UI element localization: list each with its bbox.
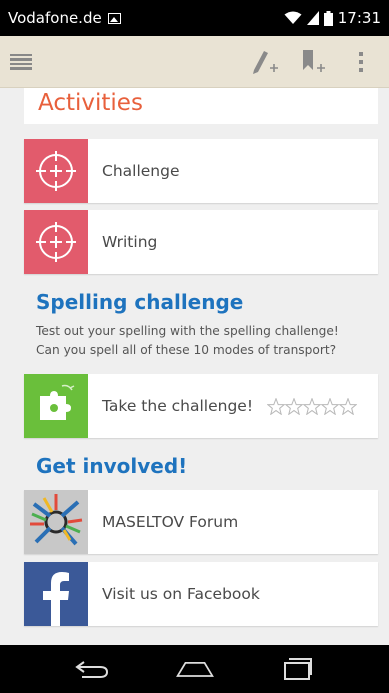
puzzle-icon: [24, 374, 88, 438]
maseltov-forum-card[interactable]: MASELTOV Forum: [24, 490, 378, 554]
activity-label: Challenge: [102, 162, 180, 180]
add-bookmark-icon[interactable]: [295, 44, 331, 80]
maseltov-logo-icon: [24, 490, 88, 554]
star-icon: [267, 397, 286, 415]
star-icon: [303, 397, 322, 415]
rating-stars: [267, 397, 358, 415]
signal-icon: [306, 11, 319, 25]
spelling-description: Test out your spelling with the spelling…: [36, 322, 381, 360]
spelling-challenge-card[interactable]: Take the challenge!: [24, 374, 378, 438]
star-icon: [321, 397, 340, 415]
status-bar: Vodafone.de 17:31: [0, 0, 389, 36]
add-note-icon[interactable]: [247, 44, 283, 80]
get-involved-title: Get involved!: [36, 454, 188, 478]
navigation-bar: [0, 645, 389, 693]
home-icon[interactable]: [175, 653, 215, 685]
spelling-section-title: Spelling challenge: [36, 290, 244, 314]
overflow-menu-icon[interactable]: [343, 44, 379, 80]
spelling-card-label: Take the challenge!: [102, 397, 254, 415]
content-scroll-area[interactable]: Activities Challenge Writing Spelling ch…: [0, 88, 389, 645]
facebook-label: Visit us on Facebook: [102, 585, 260, 603]
facebook-icon: [24, 562, 88, 626]
forum-label: MASELTOV Forum: [102, 513, 239, 531]
star-icon: [339, 397, 358, 415]
facebook-card[interactable]: Visit us on Facebook: [24, 562, 378, 626]
spelling-desc-line-1: Test out your spelling with the spelling…: [36, 324, 339, 338]
action-bar: [0, 36, 389, 88]
activities-title: Activities: [38, 90, 143, 116]
menu-icon[interactable]: [10, 51, 32, 73]
activity-label: Writing: [102, 233, 158, 251]
activity-item-writing[interactable]: Writing: [24, 210, 378, 274]
activities-header: Activities: [24, 88, 378, 124]
crosshair-plus-icon: [24, 139, 88, 203]
battery-icon: [323, 10, 333, 26]
recent-apps-icon[interactable]: [278, 653, 318, 685]
image-notification-icon: [107, 12, 121, 24]
spelling-desc-line-2: Can you spell all of these 10 modes of t…: [36, 343, 337, 357]
activity-item-challenge[interactable]: Challenge: [24, 139, 378, 203]
crosshair-plus-icon: [24, 210, 88, 274]
carrier-label: Vodafone.de: [8, 9, 102, 27]
star-icon: [285, 397, 304, 415]
back-icon[interactable]: [72, 653, 112, 685]
clock: 17:31: [337, 9, 381, 27]
wifi-icon: [284, 11, 302, 24]
